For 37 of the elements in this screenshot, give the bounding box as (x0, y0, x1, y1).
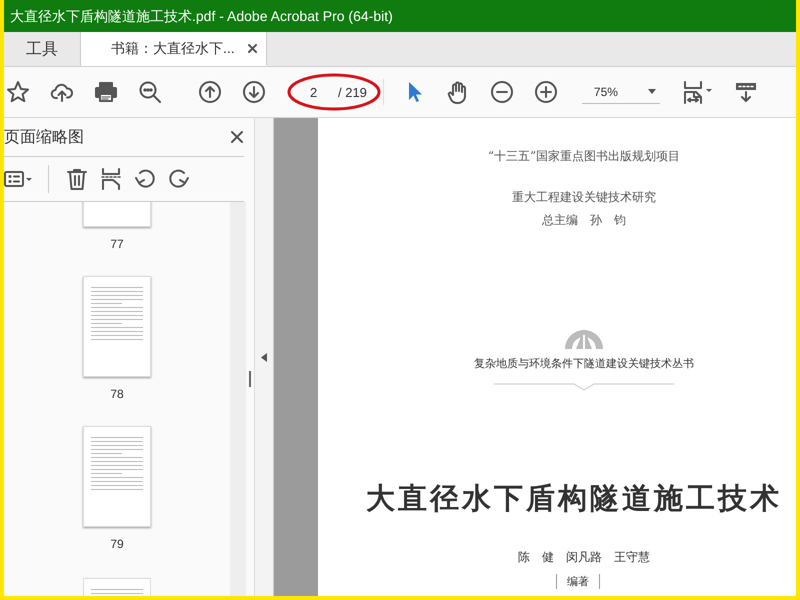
scroll-mode-icon[interactable] (734, 80, 758, 104)
caret-icon (648, 89, 656, 94)
fit-page-icon[interactable] (682, 80, 714, 104)
trash-icon[interactable] (65, 167, 89, 191)
search-icon[interactable] (138, 80, 162, 104)
insert-page-icon[interactable] (99, 167, 123, 191)
page-text: 编著 (556, 574, 600, 589)
page-label: 79 (110, 537, 124, 551)
page-text: 陈 健 闵凡路 王守慧 (518, 549, 650, 566)
options-list-icon[interactable] (4, 170, 32, 188)
zoom-dropdown[interactable]: 75% (582, 80, 660, 104)
page-total: / 219 (338, 84, 367, 100)
page-thumbnail[interactable] (83, 276, 151, 377)
page-label: 77 (110, 237, 124, 251)
page-number-field[interactable]: 2 (310, 84, 324, 100)
zoom-out-icon[interactable] (490, 80, 514, 104)
page-text: 总主编 孙 钧 (542, 212, 626, 229)
page-text: 重大工程建设关键技术研究 (512, 189, 656, 206)
printer-icon[interactable] (94, 80, 118, 104)
collapse-arrow-icon (261, 352, 267, 362)
arrow-down-icon[interactable] (242, 80, 266, 104)
publisher-logo (563, 329, 605, 350)
window-title: 大直径水下盾构隧道施工技术.pdf - Adobe Acrobat Pro (64-bit) (9, 7, 394, 26)
close-icon[interactable] (246, 43, 258, 54)
page-label: 78 (110, 387, 124, 401)
panel-title: 页面缩略图 (4, 128, 84, 148)
zoom-in-icon[interactable] (534, 80, 558, 104)
tab[interactable]: 书籍：大直径水下... (81, 32, 267, 66)
page-thumbnail[interactable] (83, 426, 151, 527)
page-text: 大直径水下盾构隧道施工技术 (366, 480, 782, 517)
page-text: “十三五”国家重点图书出版规划项目 (488, 148, 680, 165)
scrollbar-track[interactable] (230, 202, 246, 596)
panel-collapse-handle[interactable] (255, 118, 274, 596)
page-text: 复杂地质与环境条件下隧道建设关键技术丛书 (474, 356, 694, 371)
star-icon[interactable] (6, 80, 30, 104)
close-icon[interactable] (230, 130, 244, 144)
arrow-up-icon[interactable] (198, 80, 222, 104)
